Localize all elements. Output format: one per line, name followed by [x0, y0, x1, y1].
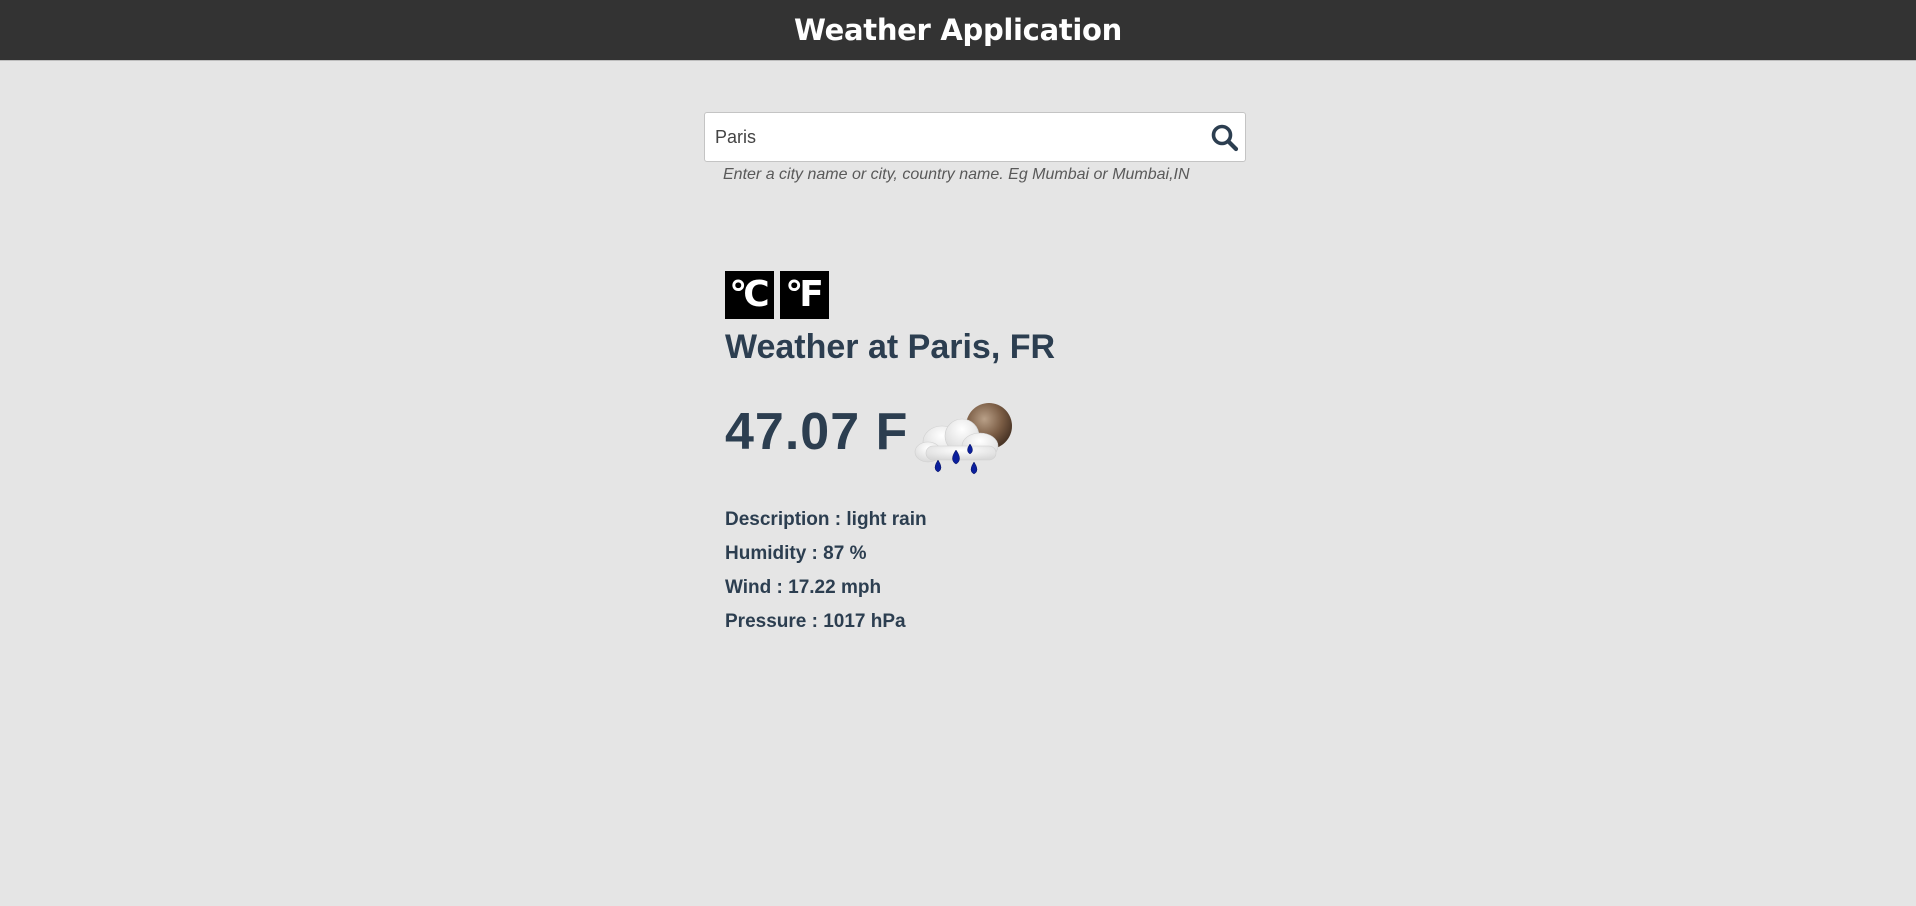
temperature-value: 47.07 F	[725, 403, 909, 461]
description-row: Description : light rain	[725, 509, 927, 530]
app-header: Weather Application	[0, 0, 1916, 61]
pressure-row: Pressure : 1017 hPa	[725, 611, 906, 632]
celsius-button[interactable]: °C	[725, 271, 774, 319]
app-title: Weather Application	[793, 13, 1123, 47]
humidity-row: Humidity : 87 %	[725, 543, 867, 564]
search-icon[interactable]	[1209, 122, 1241, 154]
location-title: Weather at Paris, FR	[725, 328, 1056, 366]
search-box	[704, 112, 1246, 162]
weather-details: Description : light rain Humidity : 87 %…	[725, 506, 927, 642]
unit-toggle: °C °F	[725, 271, 829, 319]
light-rain-icon	[914, 402, 1018, 482]
city-search-input[interactable]	[715, 113, 1185, 161]
fahrenheit-button[interactable]: °F	[780, 271, 829, 319]
wind-row: Wind : 17.22 mph	[725, 577, 882, 598]
search-help-text: Enter a city name or city, country name.…	[723, 166, 1190, 183]
